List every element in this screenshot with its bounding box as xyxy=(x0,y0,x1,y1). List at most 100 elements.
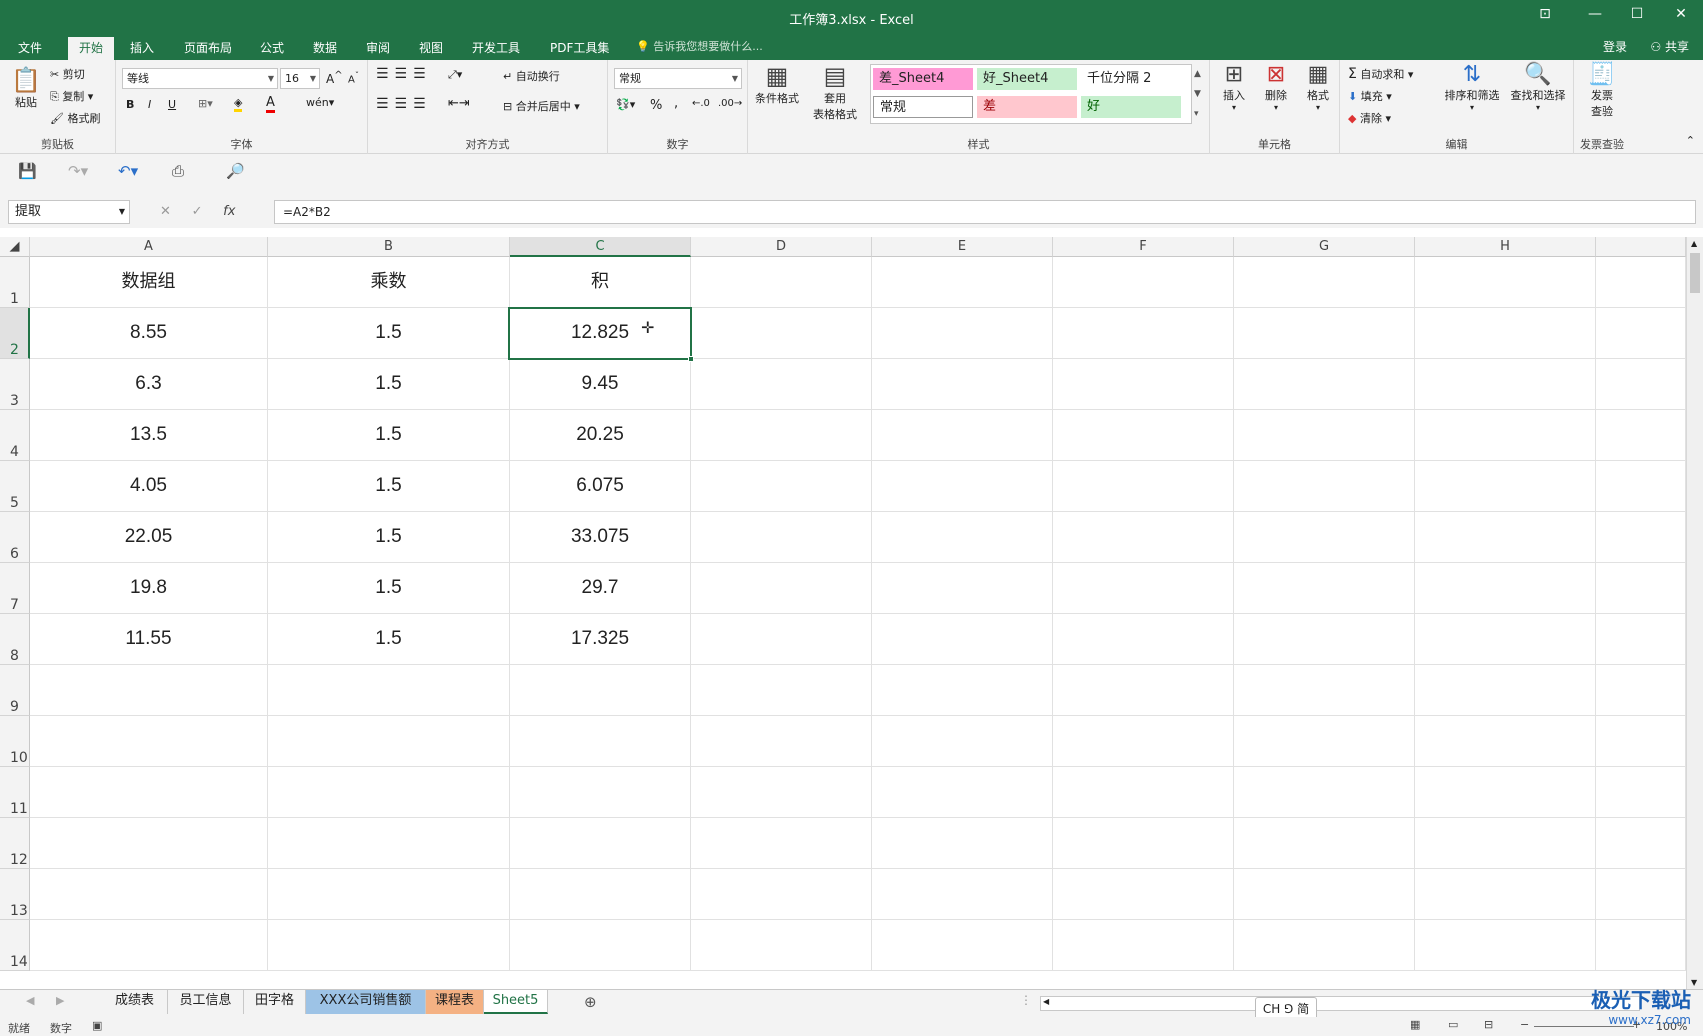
empty-cell[interactable] xyxy=(1415,818,1596,869)
empty-cell[interactable] xyxy=(1234,410,1415,461)
horizontal-align-icons[interactable]: ☰☰☰ xyxy=(376,96,432,112)
empty-cell[interactable] xyxy=(1596,410,1686,461)
empty-cell[interactable] xyxy=(691,308,872,359)
find-select-button[interactable]: 🔍 查找和选择 ▾ xyxy=(1506,62,1570,112)
percent-button[interactable]: % xyxy=(650,98,662,113)
data-cell[interactable]: 1.5 xyxy=(268,308,510,359)
page-layout-view-icon[interactable]: ▭ xyxy=(1448,1018,1458,1031)
collapse-ribbon-icon[interactable]: ⌃ xyxy=(1686,134,1695,147)
sort-filter-button[interactable]: ⇅ 排序和筛选 ▾ xyxy=(1440,62,1504,112)
empty-cell[interactable] xyxy=(1415,665,1596,716)
empty-cell[interactable] xyxy=(268,818,510,869)
paste-button[interactable]: 📋 粘贴 xyxy=(10,66,42,110)
empty-cell[interactable] xyxy=(1234,257,1415,308)
empty-cell[interactable] xyxy=(1415,614,1596,665)
empty-cell[interactable] xyxy=(691,461,872,512)
font-size-select[interactable]: 16 ▼ xyxy=(280,68,320,89)
tell-me-box[interactable]: 💡 告诉我您想要做什么... xyxy=(636,38,763,54)
data-cell[interactable]: 8.55 xyxy=(30,308,268,359)
select-all-corner[interactable]: ◢ xyxy=(0,237,30,257)
empty-cell[interactable] xyxy=(872,869,1053,920)
row-header-2[interactable]: 2 xyxy=(0,308,30,359)
empty-cell[interactable] xyxy=(872,461,1053,512)
empty-cell[interactable] xyxy=(691,257,872,308)
empty-cell[interactable] xyxy=(30,767,268,818)
data-cell[interactable]: 9.45 xyxy=(510,359,691,410)
format-painter-button[interactable]: 🖌 格式刷 xyxy=(50,110,100,126)
empty-cell[interactable] xyxy=(1415,869,1596,920)
empty-cell[interactable] xyxy=(1053,869,1234,920)
empty-cell[interactable] xyxy=(1234,614,1415,665)
empty-cell[interactable] xyxy=(510,920,691,971)
empty-cell[interactable] xyxy=(1596,308,1686,359)
empty-cell[interactable] xyxy=(691,563,872,614)
empty-cell[interactable] xyxy=(268,869,510,920)
normal-view-icon[interactable]: ▦ xyxy=(1410,1018,1420,1031)
empty-cell[interactable] xyxy=(30,869,268,920)
row-header-1[interactable]: 1 xyxy=(0,257,30,308)
data-cell[interactable]: 13.5 xyxy=(30,410,268,461)
empty-cell[interactable] xyxy=(691,869,872,920)
number-format-select[interactable]: 常规 ▼ xyxy=(614,68,742,89)
format-cells-button[interactable]: ▦ 格式 ▾ xyxy=(1300,62,1336,112)
italic-button[interactable]: I xyxy=(148,98,151,111)
scroll-left-icon[interactable]: ◀ xyxy=(1043,997,1049,1006)
empty-cell[interactable] xyxy=(691,410,872,461)
redo-icon[interactable]: ↷▾ xyxy=(68,162,88,180)
empty-cell[interactable] xyxy=(691,716,872,767)
empty-cell[interactable] xyxy=(872,512,1053,563)
empty-cell[interactable] xyxy=(30,665,268,716)
row-header-12[interactable]: 12 xyxy=(0,818,30,869)
sheet-tab[interactable]: Sheet5 xyxy=(484,990,548,1014)
grow-font-icon[interactable]: A^ xyxy=(326,70,343,86)
empty-cell[interactable] xyxy=(1053,716,1234,767)
vertical-scrollbar[interactable]: ▲ ▼ xyxy=(1686,237,1703,989)
empty-cell[interactable] xyxy=(691,665,872,716)
empty-cell[interactable] xyxy=(691,614,872,665)
tab-developer[interactable]: 开发工具 xyxy=(466,37,526,60)
empty-cell[interactable] xyxy=(1415,563,1596,614)
clear-button[interactable]: ◆ 清除 ▾ xyxy=(1348,110,1391,126)
comma-button[interactable]: , xyxy=(674,96,678,111)
macro-record-icon[interactable]: ▣ xyxy=(92,1019,102,1032)
close-icon[interactable]: ✕ xyxy=(1666,6,1696,22)
column-header-h[interactable]: H xyxy=(1415,237,1596,257)
delete-cells-button[interactable]: ⊠ 删除 ▾ xyxy=(1258,62,1294,112)
page-break-view-icon[interactable]: ⊟ xyxy=(1484,1018,1493,1031)
empty-cell[interactable] xyxy=(268,767,510,818)
empty-cell[interactable] xyxy=(1234,920,1415,971)
tab-insert[interactable]: 插入 xyxy=(124,37,160,60)
sheet-tab[interactable]: 课程表 xyxy=(426,990,484,1014)
empty-cell[interactable] xyxy=(1415,512,1596,563)
cancel-icon[interactable]: ✕ xyxy=(160,204,171,219)
minimize-icon[interactable]: — xyxy=(1580,6,1610,22)
empty-cell[interactable] xyxy=(691,359,872,410)
row-header-8[interactable]: 8 xyxy=(0,614,30,665)
column-header-b[interactable]: B xyxy=(268,237,510,257)
empty-cell[interactable] xyxy=(1053,512,1234,563)
print-preview-icon[interactable]: ⎙ xyxy=(172,162,184,180)
header-cell[interactable]: 积 xyxy=(510,257,691,308)
data-cell[interactable]: 17.325 xyxy=(510,614,691,665)
empty-cell[interactable] xyxy=(1234,563,1415,614)
sheet-tab[interactable]: XXX公司销售额 xyxy=(306,990,426,1014)
column-header-e[interactable]: E xyxy=(872,237,1053,257)
empty-cell[interactable] xyxy=(268,716,510,767)
empty-cell[interactable] xyxy=(872,563,1053,614)
empty-cell[interactable] xyxy=(872,359,1053,410)
header-cell[interactable]: 乘数 xyxy=(268,257,510,308)
empty-cell[interactable] xyxy=(1053,614,1234,665)
next-sheet-icon[interactable]: ▶ xyxy=(56,994,64,1007)
phonetic-icon[interactable]: wén▾ xyxy=(306,96,334,109)
font-color-icon[interactable]: A xyxy=(266,95,275,113)
style-good[interactable]: 好 xyxy=(1081,96,1181,118)
empty-cell[interactable] xyxy=(1596,563,1686,614)
name-box[interactable]: 提取 ▼ xyxy=(8,200,130,224)
currency-icon[interactable]: 💱▾ xyxy=(616,98,635,111)
empty-cell[interactable] xyxy=(1596,767,1686,818)
empty-cell[interactable] xyxy=(1596,920,1686,971)
empty-cell[interactable] xyxy=(691,767,872,818)
orientation-icon[interactable]: ⤢▾ xyxy=(448,68,462,82)
empty-cell[interactable] xyxy=(1596,716,1686,767)
vertical-scroll-thumb[interactable] xyxy=(1690,253,1700,293)
